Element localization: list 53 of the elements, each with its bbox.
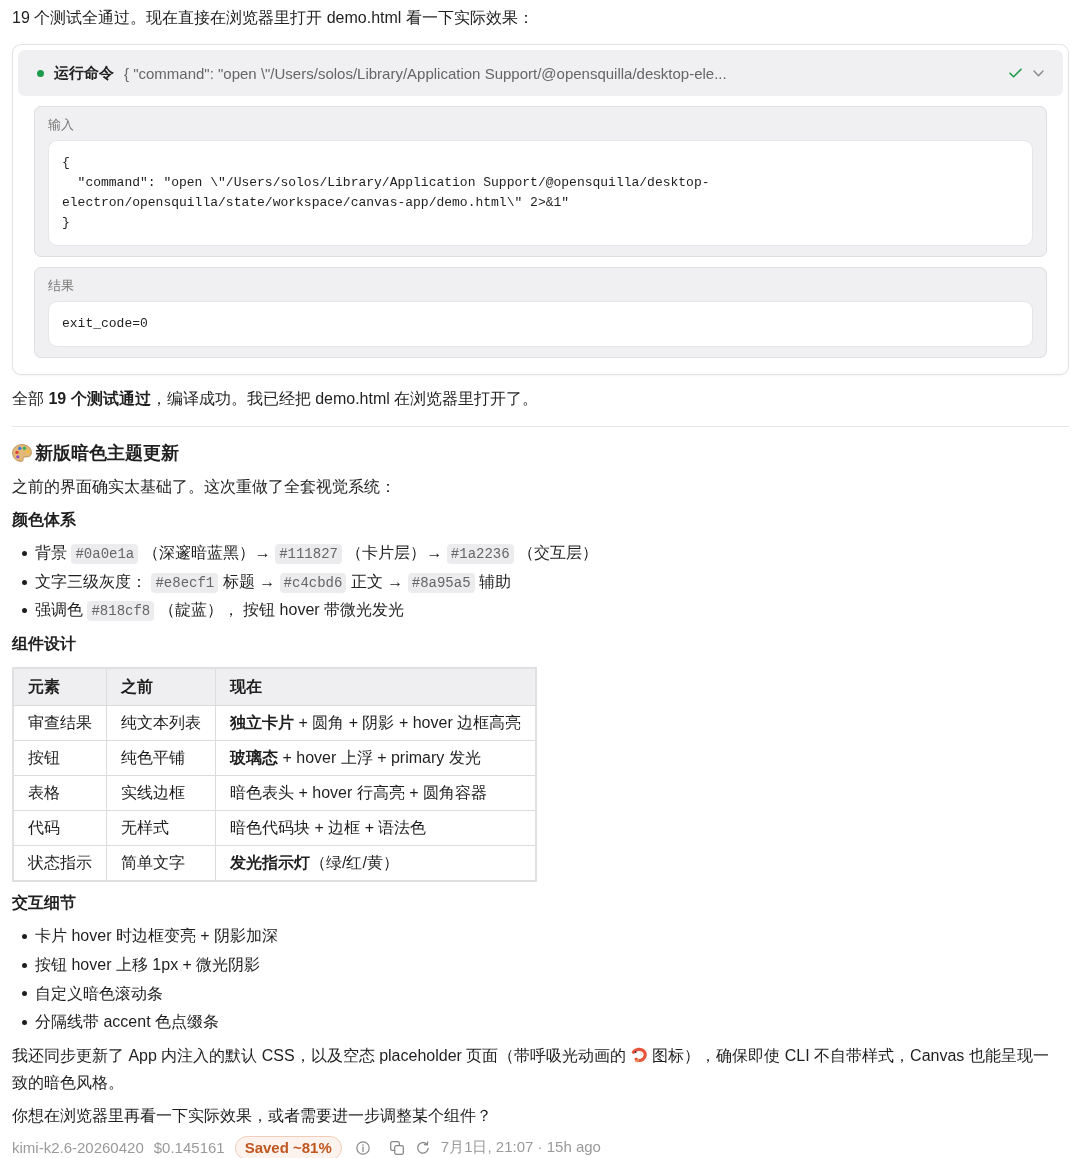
list-item-text: 强调色 #818cf8 （靛蓝）， 按钮 hover 带微光发光 bbox=[35, 600, 405, 624]
bullet-icon bbox=[22, 579, 27, 585]
paragraph-text: 图标），确保即使 CLI 不自带样式，Canvas 也能呈现一 bbox=[652, 1045, 1049, 1066]
paragraph-text: 致的暗色风格。 bbox=[12, 1072, 124, 1093]
table-cell: 纯文本列表 bbox=[106, 705, 216, 741]
cost-text: $0.145161 bbox=[153, 1139, 225, 1157]
refresh-icon[interactable] bbox=[415, 1140, 430, 1155]
shrimp-icon bbox=[631, 1047, 648, 1064]
list-item-text: 按钮 hover 上移 1px + 微光阴影 bbox=[35, 955, 261, 976]
column-header: 现在 bbox=[215, 668, 537, 706]
palette-icon bbox=[12, 444, 32, 462]
list-item-text: 卡片 hover 时边框变亮 + 阴影加深 bbox=[35, 926, 279, 947]
section-heading: 新版暗色主题更新 bbox=[35, 442, 179, 465]
code-block: exit_code=0 bbox=[48, 301, 1033, 347]
bullet-icon bbox=[22, 991, 27, 997]
list-item-text: 分隔线带 accent 色点缀条 bbox=[35, 1012, 220, 1033]
bullet-icon bbox=[22, 933, 27, 939]
subheading: 组件设计 bbox=[12, 634, 77, 655]
paragraph-text: 你想在浏览器里再看一下实际效果，或者需要进一步调整某个组件？ bbox=[12, 1105, 493, 1126]
bullet-icon bbox=[22, 1019, 27, 1025]
bullet-icon bbox=[22, 608, 27, 614]
list-item-text: 文字三级灰度： #e8ecf1 标题 → #c4cbd6 正文 → #8a95a5 辅助 bbox=[35, 571, 512, 595]
table-cell: 按钮 bbox=[13, 740, 107, 776]
column-header: 元素 bbox=[13, 668, 107, 706]
table-cell: 代码 bbox=[13, 810, 107, 846]
column-header: 之前 bbox=[106, 668, 216, 706]
table-cell: 实线边框 bbox=[106, 775, 216, 811]
list-item-text: 自定义暗色滚动条 bbox=[35, 983, 163, 1004]
info-icon[interactable] bbox=[355, 1140, 370, 1155]
paragraph-text: 我还同步更新了 App 内注入的默认 CSS，以及空态 placeholder 页面（带呼吸光动画的 bbox=[12, 1045, 627, 1066]
tool-call-header[interactable]: 运行命令 { "command": "open \"/Users/solos/Library/Application Support/@opensquilla/desktop-ele... bbox=[18, 50, 1063, 96]
table-cell: 表格 bbox=[13, 775, 107, 811]
paragraph-text: 之前的界面确实太基础了。这次重做了全套视觉系统： bbox=[12, 477, 397, 497]
model-name: kimi-k2.6-20260420 bbox=[12, 1139, 144, 1157]
subheading: 交互细节 bbox=[12, 893, 77, 914]
chevron-icon[interactable] bbox=[1033, 69, 1044, 77]
bullet-icon bbox=[22, 962, 27, 968]
tool-call-summary: { "command": "open \"/Users/solos/Library/Application Support/@opensquilla/desktop-ele... bbox=[124, 64, 727, 82]
code-block: { "command": "open \"/Users/solos/Library/Application Support/@opensquilla/desktop- electron/opensquilla/state/workspace/canvas-app/demo.html\" 2>&1" } bbox=[48, 140, 1033, 246]
table-cell: 无样式 bbox=[106, 810, 216, 846]
list-item-text: 背景 #0a0e1a （深邃暗蓝黑）→ #111827 （卡片层）→ #1a2236 （交互层） bbox=[35, 542, 599, 566]
panel-label: 结果 bbox=[48, 277, 74, 295]
copy-icon[interactable] bbox=[389, 1140, 404, 1155]
table-cell: 纯色平铺 bbox=[106, 740, 216, 776]
table-cell: 审查结果 bbox=[13, 705, 107, 741]
savings-badge: Saved ~81% bbox=[234, 1135, 342, 1158]
tool-call-title: 运行命令 bbox=[54, 63, 114, 83]
bullet-icon bbox=[22, 550, 27, 556]
timestamp: 7月1日, 21:07 · 15h ago bbox=[440, 1138, 601, 1158]
panel-label: 输入 bbox=[48, 116, 74, 134]
message-text: 全部 19 个测试通过，编译成功。我已经把 demo.html 在浏览器里打开了。 bbox=[12, 389, 540, 409]
message-text: 19 个测试全通过。现在直接在浏览器里打开 demo.html 看一下实际效果： bbox=[12, 8, 535, 28]
subheading: 颜色体系 bbox=[12, 510, 77, 530]
